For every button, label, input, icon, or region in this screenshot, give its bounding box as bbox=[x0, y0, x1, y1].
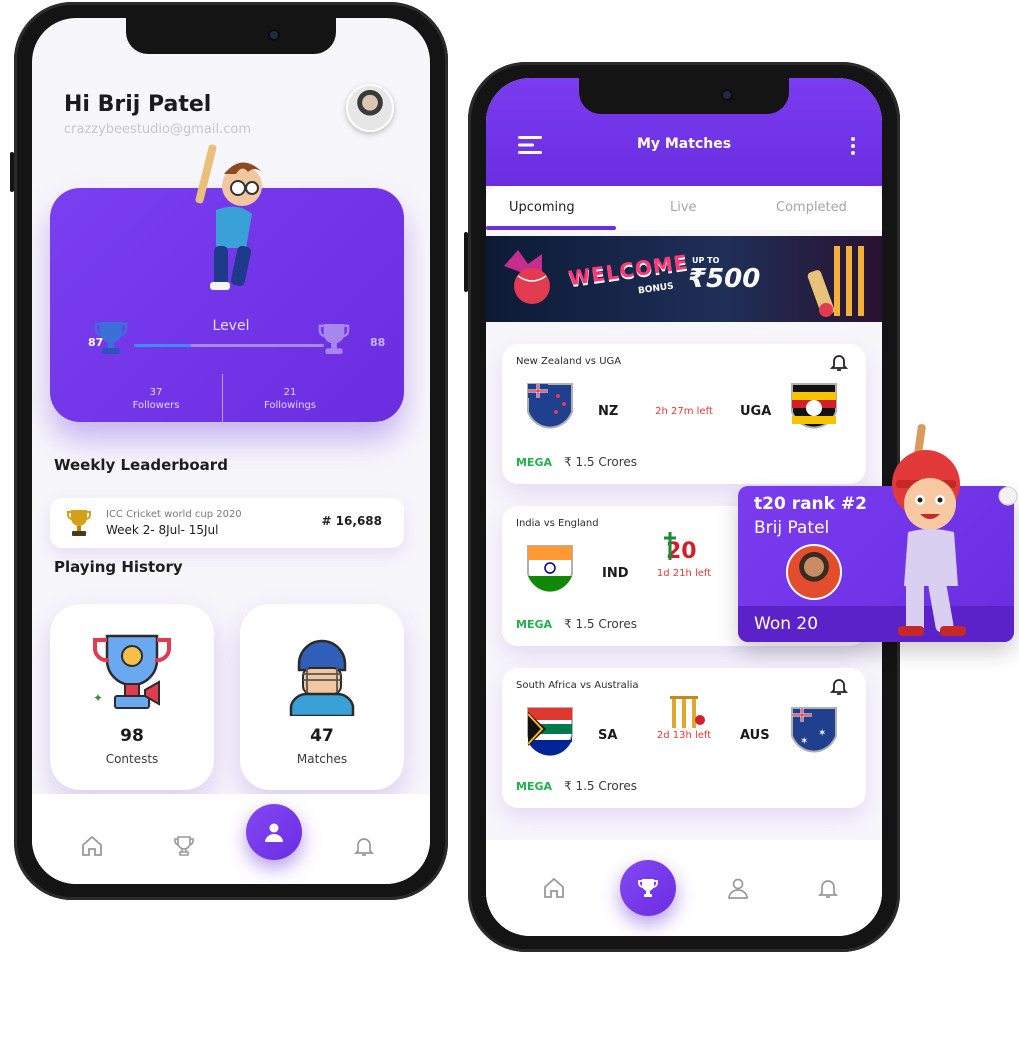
kid-cricketer-illustration bbox=[892, 424, 1018, 636]
matches-card[interactable]: 47 Matches bbox=[240, 604, 404, 790]
match-title: India vs England bbox=[516, 518, 599, 529]
match-tabs: Upcoming Live Completed bbox=[486, 186, 882, 230]
bell-icon[interactable] bbox=[830, 676, 848, 696]
prize-pool: ₹ 1.5 Crores bbox=[564, 617, 638, 631]
level-label: Level bbox=[212, 318, 250, 334]
gold-trophy-icon bbox=[67, 510, 91, 536]
stumps-and-bat-icon bbox=[807, 246, 864, 317]
avatar[interactable] bbox=[346, 84, 394, 132]
profile-nav-button[interactable] bbox=[246, 804, 302, 860]
greeting: Hi Brij Patel bbox=[64, 92, 212, 117]
followings-label: Followings bbox=[263, 400, 317, 411]
history-title: Playing History bbox=[54, 558, 183, 576]
volume-button bbox=[464, 232, 468, 292]
home-icon[interactable] bbox=[542, 876, 566, 900]
bell-icon[interactable] bbox=[352, 834, 376, 858]
prize-pool: ₹ 1.5 Crores bbox=[564, 779, 638, 793]
front-camera bbox=[270, 31, 278, 39]
user-email: crazzybeestudio@gmail.com bbox=[64, 122, 251, 137]
prize-pool: ₹ 1.5 Crores bbox=[564, 455, 638, 469]
svg-text:✶: ✶ bbox=[818, 728, 826, 739]
level-current: 87 bbox=[88, 336, 104, 349]
leaderboard-title: Weekly Leaderboard bbox=[54, 456, 228, 474]
mega-label: MEGA bbox=[516, 780, 553, 793]
trophy-icon bbox=[318, 323, 350, 355]
rank-player-name: Brij Patel bbox=[754, 518, 830, 538]
followers-count: 37 bbox=[149, 387, 163, 398]
trophy-icon bbox=[638, 879, 658, 897]
contests-count: 98 bbox=[120, 726, 144, 746]
stat-divider bbox=[222, 374, 223, 424]
rank-result: Won 20 bbox=[754, 614, 819, 634]
stumps-icon bbox=[670, 696, 705, 728]
followings-count: 21 bbox=[283, 387, 297, 398]
followers-label: Followers bbox=[132, 400, 180, 411]
match-title: New Zealand vs UGA bbox=[516, 356, 622, 367]
svg-text:✦: ✦ bbox=[93, 691, 103, 705]
profile-screen: Hi Brij Patel crazzybeestudio@gmail.com … bbox=[32, 18, 430, 884]
more-options-icon[interactable] bbox=[850, 136, 856, 156]
level-next: 88 bbox=[370, 336, 386, 349]
batsman-illustration bbox=[195, 144, 262, 290]
showcase-stage: Hi Brij Patel crazzybeestudio@gmail.com … bbox=[0, 0, 1019, 1041]
followings-stat[interactable]: 21 Followings bbox=[230, 386, 350, 412]
home-icon[interactable] bbox=[80, 834, 104, 858]
profile-phone: Hi Brij Patel crazzybeestudio@gmail.com … bbox=[10, 2, 448, 900]
team-two: UGA bbox=[740, 404, 772, 419]
match-card[interactable]: South Africa vs Australia SA 2d 13h left… bbox=[502, 668, 866, 808]
uganda-flag-icon bbox=[791, 383, 837, 429]
notch bbox=[579, 78, 789, 114]
match-card[interactable]: New Zealand vs UGA NZ 2h 27m left UGA ME… bbox=[502, 344, 866, 484]
australia-flag-icon: ✶ ✶ bbox=[791, 707, 837, 753]
team-two: AUS bbox=[740, 728, 770, 743]
leaderboard-card[interactable]: ICC Cricket world cup 2020 Week 2- 8Jul-… bbox=[50, 498, 404, 548]
leaderboard-week: Week 2- 8Jul- 15Jul bbox=[106, 523, 219, 537]
leaderboard-tournament: ICC Cricket world cup 2020 bbox=[106, 509, 242, 520]
bottom-nav bbox=[32, 794, 430, 884]
svg-text:✶: ✶ bbox=[800, 736, 808, 747]
t20-logo-icon: 20 bbox=[664, 532, 697, 564]
contests-card[interactable]: ✦ 98 Contests bbox=[50, 604, 214, 790]
front-camera bbox=[723, 91, 731, 99]
contests-label: Contests bbox=[105, 752, 159, 766]
tab-live[interactable]: Live bbox=[670, 200, 697, 215]
mega-label: MEGA bbox=[516, 618, 553, 631]
tab-upcoming[interactable]: Upcoming bbox=[509, 200, 575, 215]
rank-title: t20 rank #2 bbox=[754, 494, 867, 514]
user-icon[interactable] bbox=[726, 876, 750, 900]
welcome-bonus-banner[interactable]: WELCOME BONUS UP TO ₹500 bbox=[486, 236, 882, 322]
page-title: My Matches bbox=[636, 136, 732, 152]
match-title: South Africa vs Australia bbox=[516, 680, 639, 691]
notch bbox=[126, 18, 336, 54]
volume-button bbox=[10, 152, 14, 192]
leaderboard-rank: # 16,688 bbox=[321, 514, 382, 528]
active-tab-indicator bbox=[486, 226, 616, 230]
followers-stat[interactable]: 37 Followers bbox=[96, 386, 216, 412]
matches-count: 47 bbox=[310, 726, 334, 746]
level-progress-fill bbox=[134, 344, 191, 347]
bottom-nav bbox=[486, 840, 882, 936]
bell-icon[interactable] bbox=[830, 352, 848, 372]
matches-label: Matches bbox=[296, 752, 348, 766]
user-icon bbox=[265, 823, 283, 842]
matches-nav-button[interactable] bbox=[620, 860, 676, 916]
bell-icon[interactable] bbox=[816, 876, 840, 900]
banner-amount: ₹500 bbox=[688, 264, 761, 294]
banner-bonus: BONUS bbox=[637, 281, 675, 297]
trophy-icon[interactable] bbox=[172, 834, 196, 858]
mega-label: MEGA bbox=[516, 456, 553, 469]
avatar bbox=[786, 544, 842, 600]
cricket-ball-icon bbox=[504, 250, 550, 304]
cricketer-helmet-icon bbox=[289, 639, 355, 716]
tab-completed[interactable]: Completed bbox=[776, 200, 847, 215]
level-progress bbox=[134, 344, 324, 347]
trophy-cup-icon: ✦ bbox=[93, 634, 171, 709]
